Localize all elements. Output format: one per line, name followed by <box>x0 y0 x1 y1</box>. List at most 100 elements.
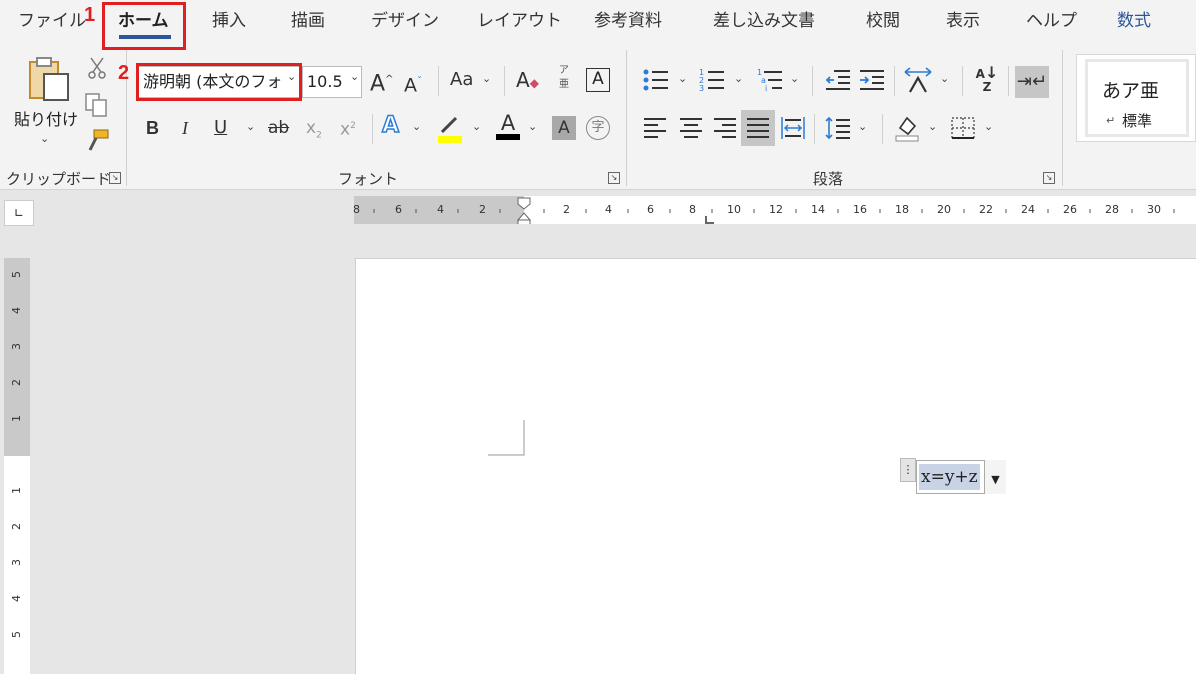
hruler-label: 2 <box>563 203 570 216</box>
font-color-icon[interactable]: A <box>496 112 520 140</box>
style-normal-label: 標準 <box>1122 112 1153 130</box>
bullets-icon[interactable] <box>642 66 670 94</box>
decrease-indent-icon[interactable] <box>824 66 852 94</box>
copy-icon[interactable] <box>84 92 110 118</box>
tab-selector[interactable]: ∟ <box>4 200 34 226</box>
justify-button[interactable] <box>741 110 775 146</box>
hruler-label: 6 <box>647 203 654 216</box>
highlight-icon[interactable] <box>436 114 464 144</box>
asian-layout-dropdown-icon[interactable]: ⌄ <box>940 72 949 85</box>
sort-icon[interactable]: A↓ Z <box>972 65 1002 94</box>
align-right-icon[interactable] <box>712 116 738 140</box>
paste-dropdown-icon: ⌄ <box>40 132 50 145</box>
enclose-characters-button[interactable]: 字 <box>586 116 610 140</box>
hruler-label: 12 <box>769 203 783 216</box>
ribbon-separator <box>504 66 505 96</box>
bullets-dropdown-icon[interactable]: ⌄ <box>678 72 687 85</box>
character-border-button[interactable]: A <box>586 68 610 92</box>
tab-help[interactable]: ヘルプ <box>1026 0 1077 44</box>
clipboard-launcher-icon[interactable]: ↘ <box>109 172 121 184</box>
tab-view[interactable]: 表示 <box>946 0 980 44</box>
phonetic-guide-button[interactable]: ア 亜 <box>556 64 572 96</box>
hruler-label: 4 <box>437 203 444 216</box>
equation-text[interactable]: x=y+z <box>919 464 980 490</box>
ribbon-separator <box>812 66 813 96</box>
numbering-dropdown-icon[interactable]: ⌄ <box>734 72 743 85</box>
font-group-label: フォント <box>338 170 399 188</box>
font-launcher-icon[interactable]: ↘ <box>608 172 620 184</box>
document-page[interactable] <box>355 258 1196 674</box>
grow-font-icon[interactable]: A^ <box>370 68 393 96</box>
vruler-label: 4 <box>10 595 23 602</box>
tab-layout[interactable]: レイアウト <box>477 0 562 44</box>
line-spacing-dropdown-icon[interactable]: ⌄ <box>858 120 867 133</box>
cut-icon[interactable] <box>86 56 108 80</box>
subscript-icon[interactable]: x2 <box>306 116 322 147</box>
bold-button[interactable]: B <box>146 116 159 140</box>
shading-dropdown-icon[interactable]: ⌄ <box>928 120 937 133</box>
show-formatting-marks-icon[interactable]: ⇥↵ <box>1015 66 1049 98</box>
increase-indent-icon[interactable] <box>858 66 886 94</box>
equation-handle-icon[interactable]: ⋮ <box>900 458 916 482</box>
align-left-icon[interactable] <box>642 116 668 140</box>
vruler-label: 4 <box>10 307 23 314</box>
vruler-label: 5 <box>10 271 23 278</box>
highlight-dropdown-icon[interactable]: ⌄ <box>472 120 481 133</box>
vruler-label: 1 <box>10 415 23 422</box>
multilevel-list-icon[interactable]: 1 a i <box>756 66 784 94</box>
clipboard-group-label: クリップボード <box>6 170 112 188</box>
format-painter-icon[interactable] <box>84 128 110 154</box>
asian-layout-icon[interactable] <box>902 66 934 94</box>
tab-file[interactable]: ファイル <box>18 0 86 44</box>
borders-icon[interactable] <box>950 116 976 140</box>
font-color-dropdown-icon[interactable]: ⌄ <box>528 120 537 133</box>
margin-corner-mark <box>488 420 525 456</box>
vruler-label: 2 <box>10 379 23 386</box>
tab-equation[interactable]: 数式 <box>1117 0 1151 44</box>
text-effects-icon[interactable]: A <box>381 113 400 139</box>
font-size-value: 10.5 <box>307 72 343 91</box>
change-case-button[interactable]: Aa <box>450 68 473 92</box>
clear-formatting-icon[interactable]: A◆ <box>516 68 539 95</box>
callout-number-1: 1 <box>84 4 96 26</box>
ribbon-separator <box>882 114 883 144</box>
multilevel-dropdown-icon[interactable]: ⌄ <box>790 72 799 85</box>
numbering-icon[interactable]: 1 2 3 <box>698 66 726 94</box>
shading-icon[interactable] <box>894 114 920 142</box>
hruler-label: 16 <box>853 203 867 216</box>
style-normal[interactable]: あア亜 ↵ 標準 <box>1085 59 1189 137</box>
dropdown-arrow-icon: ▼ <box>991 473 1000 486</box>
tab-insert[interactable]: 挿入 <box>212 0 246 44</box>
change-case-dropdown-icon[interactable]: ⌄ <box>482 72 491 85</box>
hruler-label: 26 <box>1063 203 1077 216</box>
tab-mailings[interactable]: 差し込み文書 <box>713 0 815 44</box>
justify-icon <box>747 118 769 138</box>
paragraph-mark-icon: ↵ <box>1106 114 1116 127</box>
hruler-label: 8 <box>689 203 696 216</box>
ribbon-separator <box>814 114 815 144</box>
paragraph-group-label: 段落 <box>813 170 844 188</box>
tab-draw[interactable]: 描画 <box>291 0 325 44</box>
tab-review[interactable]: 校閲 <box>866 0 900 44</box>
align-center-icon[interactable] <box>678 116 704 140</box>
tab-design[interactable]: デザイン <box>371 0 439 44</box>
paste-label: 貼り付け <box>14 110 79 129</box>
underline-button[interactable]: U <box>214 116 227 140</box>
italic-button[interactable]: I <box>182 116 188 140</box>
text-effects-dropdown-icon[interactable]: ⌄ <box>412 120 421 133</box>
callout-number-2: 2 <box>118 62 130 84</box>
tab-references[interactable]: 参考資料 <box>594 0 662 44</box>
character-shading-icon[interactable]: A <box>552 116 576 140</box>
equation-options-button[interactable]: ▼ <box>984 460 1006 494</box>
font-size-dropdown-icon[interactable]: ⌄ <box>349 70 361 83</box>
distributed-icon[interactable] <box>780 116 806 140</box>
styles-gallery[interactable]: あア亜 ↵ 標準 <box>1076 54 1196 142</box>
line-spacing-icon[interactable] <box>824 116 852 140</box>
vruler-label: 5 <box>10 631 23 638</box>
shrink-font-icon[interactable]: Aˇ <box>404 70 422 97</box>
strikethrough-button[interactable]: ab <box>268 116 289 140</box>
underline-dropdown-icon[interactable]: ⌄ <box>246 120 255 133</box>
paragraph-launcher-icon[interactable]: ↘ <box>1043 172 1055 184</box>
borders-dropdown-icon[interactable]: ⌄ <box>984 120 993 133</box>
superscript-icon[interactable]: x2 <box>340 114 356 142</box>
